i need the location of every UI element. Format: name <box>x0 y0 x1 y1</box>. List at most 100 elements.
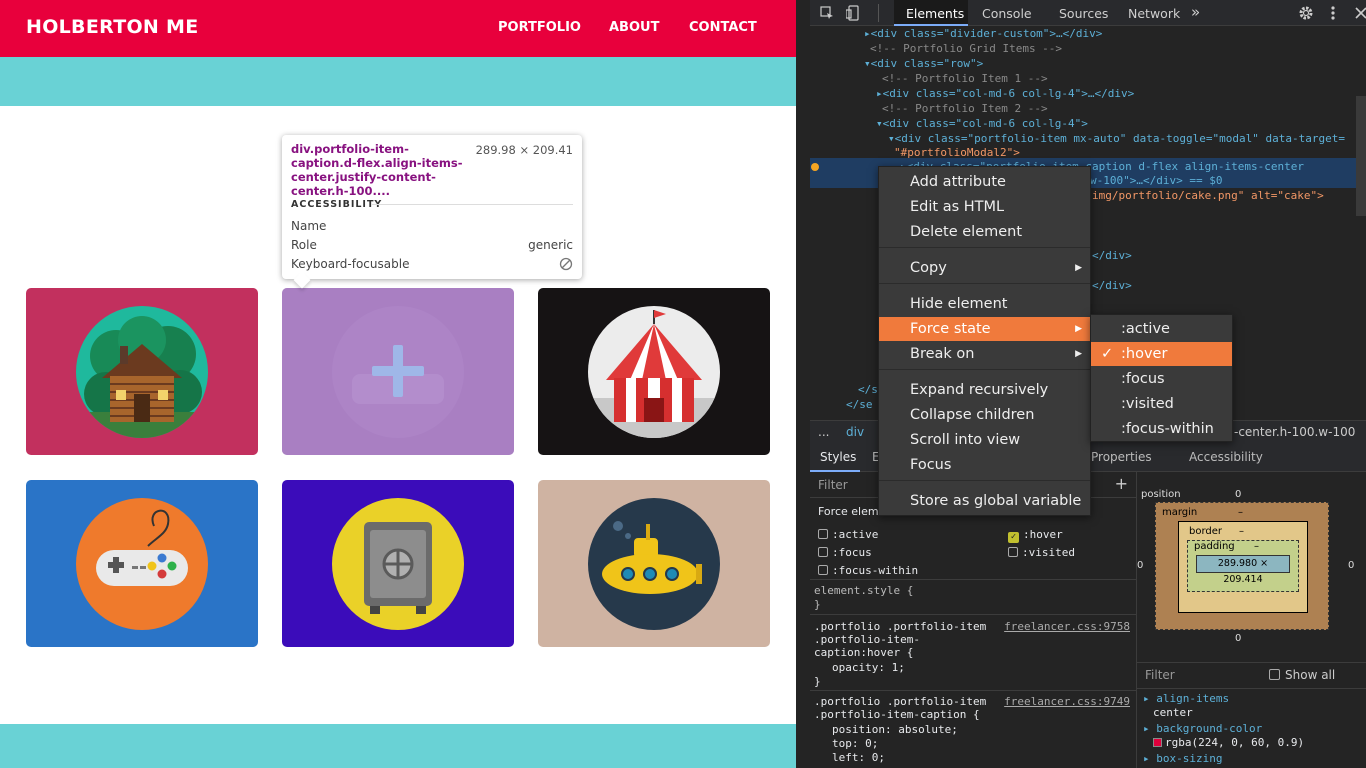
computed-prop-name[interactable]: ▸ align-items <box>1143 692 1229 705</box>
site-brand[interactable]: HOLBERTON ME <box>26 16 199 38</box>
portfolio-item-safe[interactable] <box>282 480 514 647</box>
breadcrumb-item[interactable]: -center.h-100.w-100 <box>1234 425 1355 439</box>
css-source-link[interactable]: freelancer.css:9749 <box>1004 695 1130 708</box>
dom-line[interactable]: </se <box>846 397 873 412</box>
tooltip-row-focusable: Keyboard-focusable <box>291 257 573 271</box>
dom-line[interactable]: </s <box>858 382 878 397</box>
dom-scrollbar[interactable] <box>1356 96 1366 216</box>
css-declaration[interactable]: opacity: 1; <box>832 661 905 674</box>
menu-item-edit-as-html[interactable]: Edit as HTML <box>879 195 1090 219</box>
gear-icon[interactable] <box>1298 5 1314 21</box>
box-model-padding[interactable]: padding – 289.980 × 209.414 <box>1187 540 1299 592</box>
checkbox-checked-icon[interactable]: ✓ <box>1008 532 1019 543</box>
portfolio-item-cabin[interactable] <box>26 288 258 455</box>
checkbox-icon[interactable] <box>1008 547 1018 557</box>
dom-line[interactable]: </div> <box>1092 278 1132 293</box>
state-checkbox-visited[interactable]: :visited <box>1008 546 1075 559</box>
submenu-item-active[interactable]: :active <box>1091 317 1232 341</box>
nav-link-about[interactable]: ABOUT <box>609 20 659 35</box>
menu-item-delete-element[interactable]: Delete element <box>879 220 1090 244</box>
new-style-rule-icon[interactable]: + <box>1115 474 1128 493</box>
css-rule-selector[interactable]: element.style { <box>814 584 913 597</box>
css-declaration[interactable]: top: 0; <box>832 737 878 750</box>
css-rule-selector[interactable]: .portfolio .portfolio-item .portfolio-it… <box>814 695 986 721</box>
kebab-menu-icon[interactable] <box>1330 5 1336 21</box>
menu-item-collapse-children[interactable]: Collapse children <box>879 403 1090 427</box>
show-all-checkbox[interactable] <box>1269 669 1280 680</box>
menu-item-add-attribute[interactable]: Add attribute <box>879 170 1090 194</box>
tab-sources[interactable]: Sources <box>1059 6 1108 21</box>
devtools-toolbar: Elements Console Sources Network » <box>810 0 1366 26</box>
box-model-border[interactable]: border – padding – 289.980 × 209.414 <box>1178 521 1308 613</box>
menu-item-break-on[interactable]: Break on ▶ <box>879 342 1090 366</box>
computed-prop-name[interactable]: ▸ box-sizing <box>1143 752 1222 765</box>
checkbox-icon[interactable] <box>818 529 828 539</box>
nav-link-portfolio[interactable]: PORTFOLIO <box>498 20 581 35</box>
menu-item-focus[interactable]: Focus <box>879 453 1090 477</box>
dom-line[interactable]: ▸<div class="col-md-6 col-lg-4">…</div> <box>876 86 1134 101</box>
device-toggle-icon[interactable] <box>846 5 860 21</box>
state-checkbox-focus-within[interactable]: :focus-within <box>818 564 918 577</box>
checkbox-icon[interactable] <box>818 547 828 557</box>
computed-prop-name[interactable]: ▸ background-color <box>1143 722 1262 735</box>
submenu-item-hover[interactable]: ✓:hover <box>1091 342 1232 366</box>
tab-console[interactable]: Console <box>982 6 1032 21</box>
submenu-item-focus-within[interactable]: :focus-within <box>1091 417 1232 441</box>
checkmark-icon: ✓ <box>1101 346 1114 362</box>
dom-line[interactable]: <!-- Portfolio Grid Items --> <box>870 41 1062 56</box>
dom-line[interactable]: ▾<div class="col-md-6 col-lg-4"> <box>876 116 1088 131</box>
dom-line[interactable]: img/portfolio/cake.png" alt="cake"> <box>1092 188 1324 203</box>
dom-line[interactable]: ▾<div class="portfolio-item mx-auto" dat… <box>888 131 1345 146</box>
computed-prop-value: rgba(224, 0, 60, 0.9) <box>1165 736 1305 749</box>
state-checkbox-hover[interactable]: ✓:hover <box>1008 528 1063 543</box>
tab-accessibility[interactable]: Accessibility <box>1189 450 1263 464</box>
force-state-submenu: :active ✓:hover :focus :visited :focus-w… <box>1090 314 1233 442</box>
close-icon[interactable] <box>1355 7 1366 19</box>
box-model-margin[interactable]: margin – border – padding – 289.980 × 20… <box>1155 502 1329 630</box>
breadcrumb-more[interactable]: ... <box>818 425 829 439</box>
dom-line[interactable]: "#portfolioModal2"> <box>894 145 1020 160</box>
tab-elements[interactable]: Elements <box>906 6 964 21</box>
color-swatch[interactable] <box>1153 738 1162 747</box>
computed-filter-input[interactable]: Filter <box>1145 668 1175 682</box>
dom-line[interactable]: ▾<div class="row"> <box>864 56 983 71</box>
css-declaration[interactable]: position: absolute; <box>832 723 958 736</box>
portfolio-item-circus[interactable] <box>538 288 770 455</box>
dom-line[interactable]: <!-- Portfolio Item 2 --> <box>882 101 1048 116</box>
portfolio-item-caption-hover[interactable] <box>282 288 514 455</box>
menu-item-scroll-into-view[interactable]: Scroll into view <box>879 428 1090 452</box>
menu-item-copy[interactable]: Copy ▶ <box>879 256 1090 280</box>
state-checkbox-active[interactable]: :active <box>818 528 878 541</box>
nav-link-contact[interactable]: CONTACT <box>689 20 757 35</box>
dom-line[interactable]: <!-- Portfolio Item 1 --> <box>882 71 1048 86</box>
submenu-item-focus[interactable]: :focus <box>1091 367 1232 391</box>
portfolio-item-cake[interactable] <box>282 288 514 455</box>
menu-separator <box>879 247 1090 248</box>
box-model-content[interactable]: 289.980 × 209.414 <box>1196 555 1290 585</box>
menu-item-hide-element[interactable]: Hide element <box>879 292 1090 316</box>
more-tabs-icon[interactable]: » <box>1191 3 1200 21</box>
breadcrumb-item[interactable]: div <box>846 425 864 439</box>
state-label: :visited <box>1022 546 1075 559</box>
tab-styles[interactable]: Styles <box>820 450 856 464</box>
submenu-item-visited[interactable]: :visited <box>1091 392 1232 416</box>
menu-item-force-state[interactable]: Force state ▶ <box>879 317 1090 341</box>
dom-line[interactable]: w-100">…</div> == $0 <box>1090 173 1222 188</box>
tab-network[interactable]: Network <box>1128 6 1180 21</box>
state-checkbox-focus[interactable]: :focus <box>818 546 872 559</box>
menu-item-expand-recursively[interactable]: Expand recursively <box>879 378 1090 402</box>
portfolio-item-game[interactable] <box>26 480 258 647</box>
styles-pane: Filter + Force elem :active ✓:hover :foc… <box>810 472 1136 768</box>
css-source-link[interactable]: freelancer.css:9758 <box>1004 620 1130 633</box>
css-rule-close: } <box>814 675 821 688</box>
styles-filter-input[interactable]: Filter <box>818 478 848 492</box>
menu-item-store-global[interactable]: Store as global variable <box>879 489 1090 513</box>
css-declaration[interactable]: left: 0; <box>832 751 885 764</box>
dom-line[interactable]: ▸<div class="divider-custom">…</div> <box>864 26 1102 41</box>
css-rule-selector[interactable]: .portfolio .portfolio-item .portfolio-it… <box>814 620 986 659</box>
dom-line[interactable]: </div> <box>1092 248 1132 263</box>
inspect-icon[interactable] <box>820 6 834 20</box>
portfolio-item-submarine[interactable] <box>538 480 770 647</box>
checkbox-icon[interactable] <box>818 565 828 575</box>
tab-properties[interactable]: Properties <box>1091 450 1152 464</box>
